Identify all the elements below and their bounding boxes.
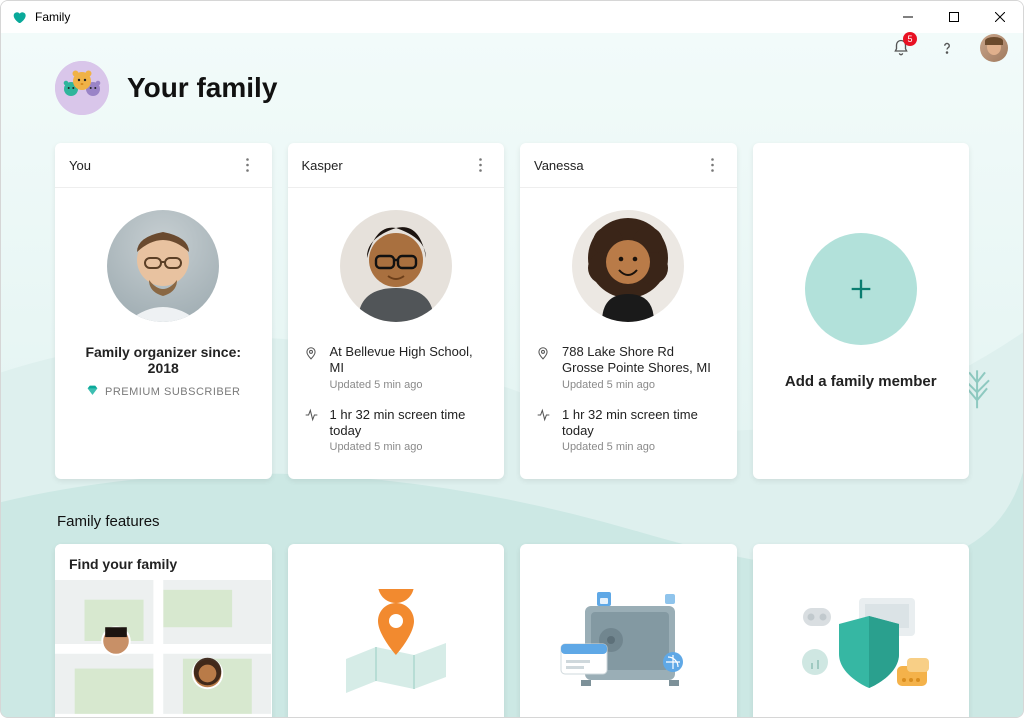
app-heart-icon bbox=[11, 9, 27, 25]
screentime-text: 1 hr 32 min screen time today bbox=[562, 407, 721, 440]
member-name: You bbox=[69, 158, 91, 173]
screentime-row: 1 hr 32 min screen time today Updated 5 … bbox=[536, 401, 721, 464]
screentime-updated: Updated 5 min ago bbox=[562, 441, 721, 453]
location-row: 788 Lake Shore Rd Grosse Pointe Shores, … bbox=[536, 338, 721, 401]
command-bar: 5 bbox=[887, 33, 1009, 63]
account-avatar-button[interactable] bbox=[979, 33, 1009, 63]
maximize-button[interactable] bbox=[931, 1, 977, 33]
screentime-text: 1 hr 32 min screen time today bbox=[330, 407, 489, 440]
shield-illustration-icon bbox=[753, 544, 970, 717]
family-logo-icon bbox=[55, 61, 109, 115]
location-updated: Updated 5 min ago bbox=[562, 379, 711, 391]
notifications-badge: 5 bbox=[903, 32, 917, 46]
screentime-row: 1 hr 32 min screen time today Updated 5 … bbox=[304, 401, 489, 464]
member-more-button[interactable] bbox=[236, 153, 260, 177]
screentime-updated: Updated 5 min ago bbox=[330, 441, 489, 453]
location-updated: Updated 5 min ago bbox=[330, 379, 489, 391]
app-window: Family 5 bbox=[0, 0, 1024, 718]
member-avatar-icon bbox=[340, 210, 452, 322]
family-features-heading: Family features bbox=[57, 513, 969, 530]
window-controls bbox=[885, 1, 1023, 33]
feature-card-title: Find your family bbox=[55, 544, 272, 580]
content-scroll[interactable]: Your family You bbox=[1, 33, 1023, 717]
location-line1: 788 Lake Shore Rd bbox=[562, 344, 711, 360]
feature-card-purchases[interactable] bbox=[520, 544, 737, 717]
premium-label: PREMIUM SUBSCRIBER bbox=[105, 386, 241, 398]
feature-cards-row: Find your family bbox=[55, 544, 969, 717]
map-illustration-icon bbox=[55, 580, 271, 717]
feature-card-location[interactable] bbox=[288, 544, 505, 717]
member-role-text: Family organizer since: 2018 bbox=[71, 344, 256, 376]
titlebar: Family bbox=[1, 1, 1023, 33]
member-card-you[interactable]: You bbox=[55, 143, 272, 479]
location-illustration-icon bbox=[288, 544, 505, 717]
member-avatar-icon bbox=[107, 210, 219, 322]
add-family-member-card[interactable]: Add a family member bbox=[753, 143, 970, 479]
member-name: Vanessa bbox=[534, 158, 584, 173]
account-avatar-icon bbox=[980, 34, 1008, 62]
member-cards-row: You bbox=[55, 143, 969, 479]
location-row: At Bellevue High School, MI Updated 5 mi… bbox=[304, 338, 489, 401]
feature-card-find-family[interactable]: Find your family bbox=[55, 544, 272, 717]
activity-icon bbox=[536, 408, 552, 454]
minimize-button[interactable] bbox=[885, 1, 931, 33]
close-button[interactable] bbox=[977, 1, 1023, 33]
page-heading: Your family bbox=[55, 61, 969, 115]
window-title: Family bbox=[35, 10, 70, 24]
member-more-button[interactable] bbox=[701, 153, 725, 177]
safe-card-illustration-icon bbox=[520, 544, 737, 717]
help-button[interactable] bbox=[933, 34, 961, 62]
member-more-button[interactable] bbox=[468, 153, 492, 177]
add-card-label: Add a family member bbox=[785, 373, 937, 390]
activity-icon bbox=[304, 408, 320, 454]
feature-card-safety[interactable] bbox=[753, 544, 970, 717]
member-card-vanessa[interactable]: Vanessa bbox=[520, 143, 737, 479]
location-pin-icon bbox=[536, 345, 552, 391]
premium-badge: PREMIUM SUBSCRIBER bbox=[71, 384, 256, 400]
location-text: At Bellevue High School, MI bbox=[330, 344, 489, 377]
location-line2: Grosse Pointe Shores, MI bbox=[562, 360, 711, 376]
add-plus-icon bbox=[805, 233, 917, 345]
member-avatar-icon bbox=[572, 210, 684, 322]
premium-diamond-icon bbox=[86, 384, 99, 400]
location-pin-icon bbox=[304, 345, 320, 391]
page-title: Your family bbox=[127, 72, 277, 104]
member-card-kasper[interactable]: Kasper bbox=[288, 143, 505, 479]
notifications-button[interactable]: 5 bbox=[887, 34, 915, 62]
member-name: Kasper bbox=[302, 158, 343, 173]
